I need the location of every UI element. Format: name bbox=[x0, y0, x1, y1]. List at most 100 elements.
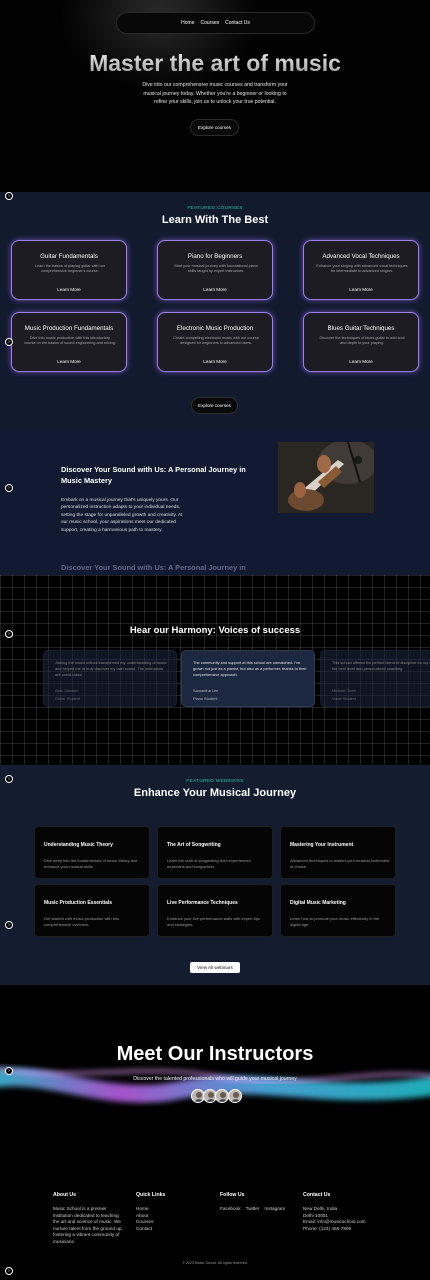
testimonial-role: Piano Student bbox=[193, 696, 218, 701]
instagram-link[interactable]: Instagram bbox=[264, 1206, 285, 1213]
webinar-card[interactable]: Digital Music Marketing Learn how to pro… bbox=[280, 884, 396, 937]
instructors-title: Meet Our Instructors bbox=[116, 1043, 314, 1065]
footer-follow-heading: Follow Us bbox=[220, 1192, 245, 1198]
course-card[interactable]: Electronic Music Production Create compe… bbox=[157, 312, 273, 372]
testimonial-role: Guitar Student bbox=[55, 696, 81, 701]
discover-title: Discover Your Sound with Us: A Personal … bbox=[61, 465, 246, 485]
course-title: Electronic Music Production bbox=[176, 325, 254, 332]
nav-courses-link[interactable]: Courses bbox=[200, 20, 219, 26]
nav-home-link[interactable]: Home bbox=[181, 20, 194, 26]
section-dot-icon[interactable]: › bbox=[5, 775, 13, 783]
testimonial-card: Joining the music school transformed my … bbox=[43, 650, 177, 707]
instructor-avatar[interactable] bbox=[215, 1089, 229, 1103]
footer-link-courses[interactable]: Courses bbox=[136, 1219, 165, 1226]
course-desc: Enhance your singing with advanced vocal… bbox=[316, 264, 408, 274]
course-title: Blues Guitar Techniques bbox=[327, 325, 395, 332]
hero-section: Home Courses Contact Us Master the art o… bbox=[0, 0, 430, 192]
top-navbar: Home Courses Contact Us bbox=[116, 12, 315, 34]
footer-contact: Contact Us New Delhi, India Delhi 10001 … bbox=[303, 1192, 366, 1232]
footer-link-home[interactable]: Home bbox=[136, 1206, 165, 1213]
footer-contact-phone: Phone: (123) 456-7890 bbox=[303, 1225, 352, 1231]
learn-more-link[interactable]: Learn More bbox=[304, 359, 418, 364]
section-dot-icon[interactable]: › bbox=[5, 630, 13, 638]
course-title: Guitar Fundamentals bbox=[40, 253, 98, 260]
footer-quick-links: Quick Links Home About Courses Contact bbox=[136, 1192, 165, 1232]
webinar-desc: Learn how to promote your music effectiv… bbox=[290, 916, 380, 927]
hero-explore-button[interactable]: Explore courses bbox=[190, 119, 239, 136]
testimonial-card: The community and support at this school… bbox=[181, 650, 315, 707]
learn-more-link[interactable]: Learn More bbox=[304, 287, 418, 292]
testimonial-quote: Joining the music school transformed my … bbox=[55, 660, 167, 677]
section-dot-icon[interactable]: › bbox=[5, 921, 13, 929]
course-card[interactable]: Blues Guitar Techniques Discover the tec… bbox=[303, 312, 419, 372]
course-title: Advanced Vocal Techniques bbox=[322, 253, 400, 260]
webinar-desc: Advanced techniques to master your music… bbox=[290, 858, 390, 869]
view-all-webinars-button[interactable]: View All webinars bbox=[190, 962, 240, 973]
learn-more-link[interactable]: Learn More bbox=[12, 359, 126, 364]
footer-contact-heading: Contact Us bbox=[303, 1192, 331, 1198]
courses-explore-button[interactable]: Explore courses bbox=[191, 397, 238, 414]
webinar-card[interactable]: Music Production Essentials Get started … bbox=[34, 884, 150, 937]
footer-follow: Follow Us Facebook Twitter Instagram bbox=[220, 1192, 285, 1213]
footer-about-heading: About Us bbox=[53, 1192, 77, 1198]
webinar-card[interactable]: Mastering Your Instrument Advanced techn… bbox=[280, 826, 396, 879]
testimonial-quote: This school offered the perfect blend of… bbox=[332, 660, 430, 671]
webinar-card[interactable]: Live Performance Techniques Enhance your… bbox=[157, 884, 273, 937]
nav-contact-link[interactable]: Contact Us bbox=[225, 20, 250, 26]
section-dot-icon[interactable]: › bbox=[5, 484, 13, 492]
instructor-avatar[interactable] bbox=[228, 1089, 242, 1103]
webinar-card[interactable]: Understanding Music Theory Dive deep int… bbox=[34, 826, 150, 879]
hero-subtitle: Dive into our comprehensive music course… bbox=[142, 82, 288, 105]
testimonial-name: Samantha Lee bbox=[193, 688, 219, 693]
webinar-desc: Dive deep into the fundamentals of music… bbox=[44, 858, 138, 869]
discover-body: Embark on a musical journey that's uniqu… bbox=[61, 498, 183, 533]
courses-title: Learn With The Best bbox=[161, 214, 269, 226]
courses-kicker: FEATURED COURSES bbox=[187, 206, 243, 211]
footer-quick-links-heading: Quick Links bbox=[136, 1192, 166, 1198]
discover-next-title: Discover Your Sound with Us: A Personal … bbox=[61, 563, 246, 572]
course-desc: Start your musical journey with foundati… bbox=[174, 264, 258, 274]
testimonials-title: Hear our Harmony: Voices of success bbox=[129, 625, 301, 636]
courses-section: FEATURED COURSES Learn With The Best Gui… bbox=[0, 192, 430, 430]
footer: About Us Music School is a premier insti… bbox=[0, 1155, 430, 1280]
footer-link-contact[interactable]: Contact bbox=[136, 1226, 165, 1233]
course-title: Piano for Beginners bbox=[187, 253, 243, 260]
testimonial-name: Alex Johnson bbox=[55, 688, 79, 693]
hero-title: Master the art of music bbox=[0, 50, 430, 77]
section-dot-icon[interactable]: › bbox=[5, 1267, 13, 1275]
section-dot-icon[interactable]: › bbox=[5, 1067, 13, 1075]
footer-link-about[interactable]: About bbox=[136, 1213, 165, 1220]
course-title: Music Production Fundamentals bbox=[24, 325, 114, 332]
webinars-kicker: FEATURED WEBINARS bbox=[186, 779, 244, 784]
learn-more-link[interactable]: Learn More bbox=[12, 287, 126, 292]
facebook-link[interactable]: Facebook bbox=[220, 1206, 241, 1213]
webinar-title: Music Production Essentials bbox=[44, 900, 113, 906]
section-dot-icon[interactable]: › bbox=[5, 192, 13, 200]
course-desc: Create compelling electronic music with … bbox=[173, 336, 259, 346]
instructors-section: Meet Our Instructors Discover the talent… bbox=[0, 985, 430, 1155]
webinar-title: Live Performance Techniques bbox=[167, 900, 238, 906]
course-card[interactable]: Advanced Vocal Techniques Enhance your s… bbox=[303, 240, 419, 300]
course-card[interactable]: Guitar Fundamentals Learn the basics of … bbox=[11, 240, 127, 300]
guitarist-photo bbox=[278, 442, 374, 513]
learn-more-link[interactable]: Learn More bbox=[158, 287, 272, 292]
webinar-desc: Enhance your live performance skills wit… bbox=[167, 916, 260, 927]
webinar-desc: Get started with music production with t… bbox=[44, 916, 119, 927]
footer-about-text: Music School is a premier institution de… bbox=[53, 1206, 123, 1244]
footer-contact-line: New Delhi, India bbox=[303, 1206, 338, 1211]
copyright: © 2023 Music School. All rights reserved… bbox=[182, 1261, 248, 1265]
webinar-card[interactable]: The Art of Songwriting Learn the craft o… bbox=[157, 826, 273, 879]
testimonial-role: Vocal Student bbox=[332, 696, 357, 701]
course-card[interactable]: Piano for Beginners Start your musical j… bbox=[157, 240, 273, 300]
course-desc: Learn the basics of playing guitar with … bbox=[34, 264, 106, 274]
testimonials-section: Hear our Harmony: Voices of success Join… bbox=[0, 575, 430, 765]
course-desc: Dive into music production with this int… bbox=[24, 336, 116, 346]
discover-section: Discover Your Sound with Us: A Personal … bbox=[0, 430, 430, 575]
footer-about: About Us Music School is a premier insti… bbox=[53, 1192, 125, 1246]
section-dot-icon[interactable]: › bbox=[5, 338, 13, 346]
course-card[interactable]: Music Production Fundamentals Dive into … bbox=[11, 312, 127, 372]
twitter-link[interactable]: Twitter bbox=[246, 1206, 260, 1213]
learn-more-link[interactable]: Learn More bbox=[158, 359, 272, 364]
webinars-section: FEATURED WEBINARS Enhance Your Musical J… bbox=[0, 765, 430, 985]
webinar-title: Digital Music Marketing bbox=[290, 900, 346, 906]
